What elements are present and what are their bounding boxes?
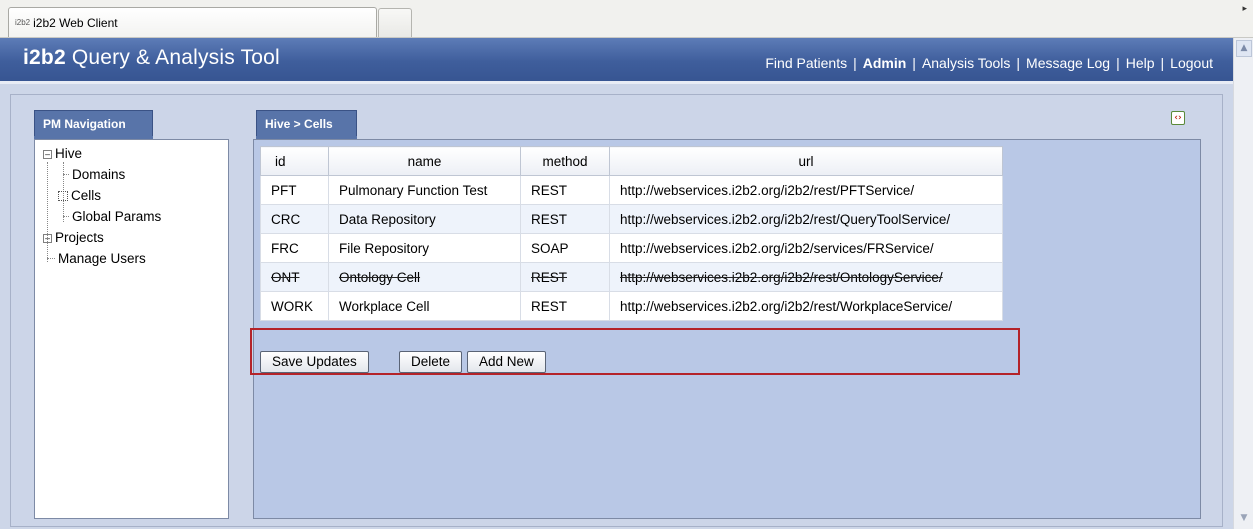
table-row[interactable]: WORK Workplace Cell REST http://webservi… [260, 291, 1003, 321]
tree-node-cells[interactable]: Cells [58, 188, 101, 203]
column-header-url[interactable]: url [609, 146, 1003, 176]
tab-scroll-right-icon[interactable]: ▸ [1242, 4, 1247, 14]
cell-url: http://webservices.i2b2.org/i2b2/service… [609, 233, 1003, 263]
cell-id: CRC [260, 204, 329, 234]
cell-name: Workplace Cell [328, 291, 521, 321]
logo-title: Query & Analysis Tool [71, 46, 280, 69]
column-header-name[interactable]: name [328, 146, 521, 176]
pm-navigation-tree: – Hive Domains Cells Global Params – Proje… [34, 139, 229, 519]
cell-url: http://webservices.i2b2.org/i2b2/rest/Qu… [609, 204, 1003, 234]
tree-label-global-params: Global Params [72, 209, 162, 224]
new-tab-button[interactable] [378, 8, 412, 37]
cell-id: PFT [260, 175, 329, 205]
top-navigation: Find Patients | Admin | Analysis Tools | Messa… [765, 55, 1213, 71]
cell-name: Data Repository [328, 204, 521, 234]
tree-node-global-params[interactable]: Global Params [63, 209, 161, 224]
tree-node-domains[interactable]: Domains [63, 167, 125, 182]
table-row[interactable]: PFT Pulmonary Function Test REST http://… [260, 175, 1003, 205]
cell-method: REST [520, 262, 610, 292]
column-header-method[interactable]: method [520, 146, 610, 176]
hive-cells-panel: id name method url PFT Pulmonary Functio… [253, 139, 1201, 519]
logo-brand: i2b2 [23, 46, 66, 69]
app-root: i2b2 Query & Analysis Tool Find Patients |… [0, 38, 1253, 529]
scroll-down-icon[interactable]: ▼ [1236, 510, 1252, 527]
tree-label-domains: Domains [72, 167, 126, 182]
cell-id: FRC [260, 233, 329, 263]
save-updates-button[interactable]: Save Updates [260, 351, 369, 373]
tab-pm-navigation[interactable]: PM Navigation [34, 110, 153, 139]
cell-method: REST [520, 175, 610, 205]
cell-method: REST [520, 204, 610, 234]
cell-name: Pulmonary Function Test [328, 175, 521, 205]
tree-connector [63, 174, 69, 175]
browser-tabstrip: i2b2 i2b2 Web Client ▸ [0, 0, 1253, 38]
cell-url: http://webservices.i2b2.org/i2b2/rest/PF… [609, 175, 1003, 205]
tab-hive-cells[interactable]: Hive > Cells [256, 110, 357, 139]
table-header-row: id name method url [260, 146, 1003, 176]
tree-label-projects: Projects [55, 230, 104, 245]
cell-name: Ontology Cell [328, 262, 521, 292]
browser-tab[interactable]: i2b2 i2b2 Web Client [8, 7, 377, 37]
page-scrollbar[interactable]: ▲ ▼ [1233, 38, 1253, 529]
minus-expander-icon[interactable]: – [43, 150, 52, 159]
cell-method: SOAP [520, 233, 610, 263]
cells-table: id name method url PFT Pulmonary Functio… [260, 146, 1003, 321]
add-new-button[interactable]: Add New [467, 351, 546, 373]
nav-analysis-tools[interactable]: Analysis Tools [922, 55, 1010, 71]
cell-method: REST [520, 291, 610, 321]
delete-button[interactable]: Delete [399, 351, 463, 373]
i2b2-favicon-icon: i2b2 [15, 18, 31, 27]
table-row[interactable]: FRC File Repository SOAP http://webservi… [260, 233, 1003, 263]
table-row[interactable]: CRC Data Repository REST http://webservi… [260, 204, 1003, 234]
tree-label-manage-users: Manage Users [58, 251, 146, 266]
cell-url: http://webservices.i2b2.org/i2b2/rest/On… [609, 262, 1003, 292]
nav-find-patients[interactable]: Find Patients [765, 55, 847, 71]
selected-node-icon [58, 191, 68, 201]
column-header-id[interactable]: id [260, 146, 329, 176]
cell-id: WORK [260, 291, 329, 321]
nav-admin[interactable]: Admin [863, 55, 907, 71]
nav-separator: | [853, 55, 857, 71]
nav-separator: | [1116, 55, 1120, 71]
app-header: i2b2 Query & Analysis Tool Find Patients |… [0, 38, 1233, 84]
plus-expander-icon[interactable]: – [43, 234, 52, 243]
tree-connector [47, 258, 55, 259]
tree-line [47, 162, 48, 262]
cell-url: http://webservices.i2b2.org/i2b2/rest/Wo… [609, 291, 1003, 321]
nav-separator: | [1160, 55, 1165, 71]
refresh-icon[interactable]: ‹› [1171, 111, 1185, 125]
nav-help[interactable]: Help [1126, 55, 1155, 71]
browser-tab-title: i2b2 Web Client [33, 15, 118, 30]
nav-separator: | [1016, 55, 1021, 71]
app-logo: i2b2 Query & Analysis Tool [23, 46, 280, 70]
cell-id: ONT [260, 262, 329, 292]
tree-node-hive[interactable]: – Hive [43, 146, 82, 161]
tree-label-cells: Cells [71, 188, 102, 203]
nav-separator: | [912, 55, 916, 71]
tree-label-hive: Hive [55, 146, 83, 161]
table-row[interactable]: ONT Ontology Cell REST http://webservice… [260, 262, 1003, 292]
scroll-up-icon[interactable]: ▲ [1236, 40, 1252, 57]
cell-name: File Repository [328, 233, 521, 263]
tree-node-projects[interactable]: – Projects [43, 230, 104, 245]
tree-node-manage-users[interactable]: Manage Users [47, 251, 146, 266]
tree-connector [63, 216, 69, 217]
nav-logout[interactable]: Logout [1170, 55, 1213, 71]
nav-message-log[interactable]: Message Log [1026, 55, 1110, 71]
admin-content: PM Navigation Hive > Cells ‹› – Hive Doma… [10, 94, 1223, 527]
